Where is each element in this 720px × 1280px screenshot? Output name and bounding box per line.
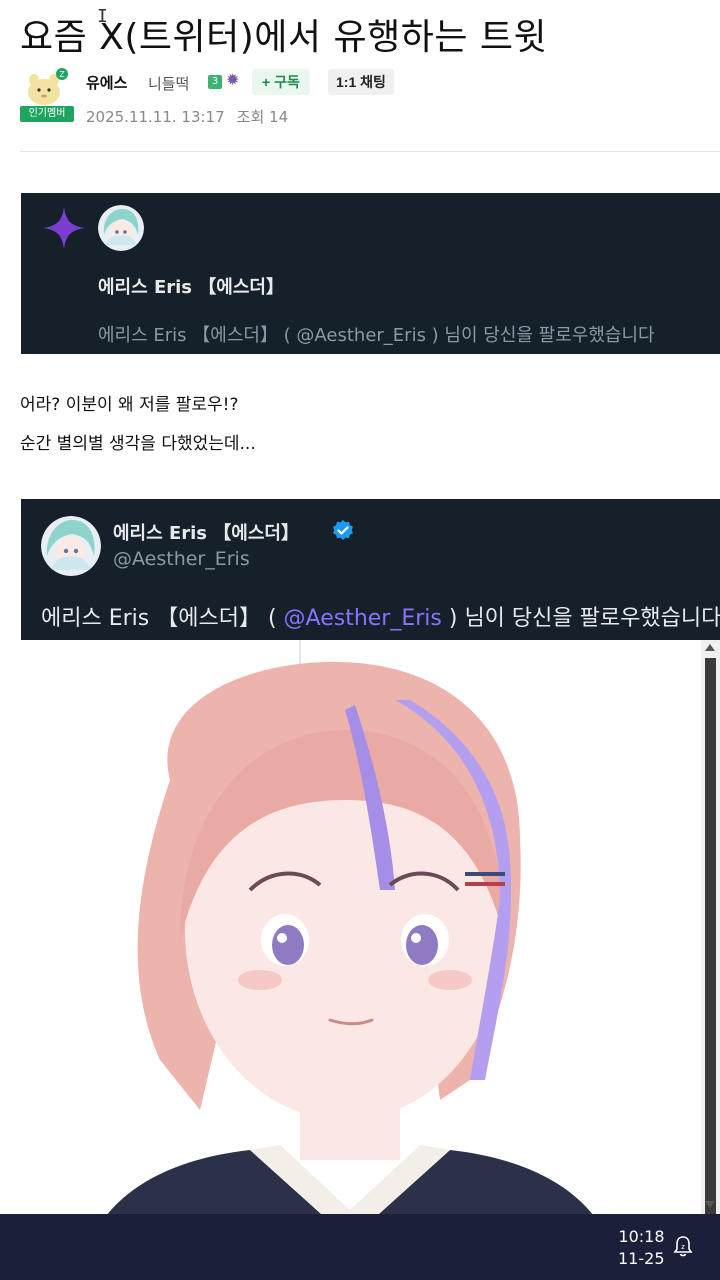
tray-time: 10:18	[618, 1227, 665, 1246]
chat-button[interactable]: 1:1 채팅	[328, 69, 394, 95]
tray-clock[interactable]: 10:18 11-25	[618, 1226, 665, 1270]
scroll-up-arrow-icon[interactable]	[705, 644, 715, 651]
author-avatar[interactable]: Z 인기멤버	[20, 66, 74, 124]
sparkle-icon	[43, 207, 85, 249]
level-badge: 3	[208, 75, 222, 89]
avatar-image: Z	[24, 66, 68, 106]
subscribe-button[interactable]: + 구독	[252, 69, 310, 95]
post-views: 조회 14	[236, 108, 289, 126]
svg-text:Z: Z	[59, 70, 65, 79]
avatar-video-overlay	[0, 640, 720, 1280]
popular-member-badge: 인기멤버	[20, 106, 74, 122]
body-line-1: 어라? 이분이 왜 저를 팔로우!?	[20, 395, 239, 415]
tweet-handle: @Aesther_Eris	[113, 548, 250, 570]
taskbar: 10:18 11-25 z	[0, 1214, 720, 1280]
post-meta: 2025.11.11. 13:17 조회 14	[86, 106, 288, 127]
tweet-text-before: 에리스 Eris 【에스더】 (	[41, 606, 284, 631]
author-row: Z 인기멤버 유에스 니들떡 3 ✹ + 구독 1:1 채팅 2025.11.1…	[20, 66, 700, 126]
notification-bell-icon[interactable]: z	[672, 1234, 694, 1258]
rank-emblem-icon: ✹	[226, 70, 240, 89]
tweet-avatar	[41, 516, 101, 576]
tweet-author-name: 에리스 Eris 【에스더】	[113, 523, 299, 544]
notification-name: 에리스 Eris 【에스더】	[98, 277, 284, 298]
tweet-text-after: ) 님이 당신을 팔로우했습니다	[441, 606, 720, 631]
tweet-image: 에리스 Eris 【에스더】 @Aesther_Eris 에리스 Eris 【에…	[21, 499, 720, 640]
vtuber-avatar-image	[0, 640, 720, 1280]
scroll-down-arrow-icon[interactable]	[705, 1201, 715, 1208]
verified-icon	[333, 520, 353, 540]
author-name[interactable]: 유에스	[86, 72, 127, 93]
tweet-mention-link: @Aesther_Eris	[283, 606, 442, 631]
post-date: 2025.11.11. 13:17	[86, 108, 225, 126]
body-line-2: 순간 별의별 생각을 다했었는데...	[20, 434, 256, 454]
divider	[20, 151, 720, 152]
author-rank: 니들떡	[148, 75, 190, 93]
follow-notification-image: 에리스 Eris 【에스더】 에리스 Eris 【에스더】 ( @Aesther…	[21, 193, 720, 354]
tray-date: 11-25	[618, 1249, 665, 1268]
vertical-scrollbar[interactable]	[701, 640, 720, 1218]
svg-text:z: z	[681, 1243, 685, 1251]
text-cursor-icon: I	[97, 6, 108, 27]
notification-text: 에리스 Eris 【에스더】 ( @Aesther_Eris ) 님이 당신을 …	[98, 325, 655, 346]
notification-avatar	[98, 205, 144, 251]
tweet-body: 에리스 Eris 【에스더】 ( @Aesther_Eris ) 님이 당신을 …	[41, 600, 720, 632]
scroll-thumb[interactable]	[705, 658, 716, 1218]
